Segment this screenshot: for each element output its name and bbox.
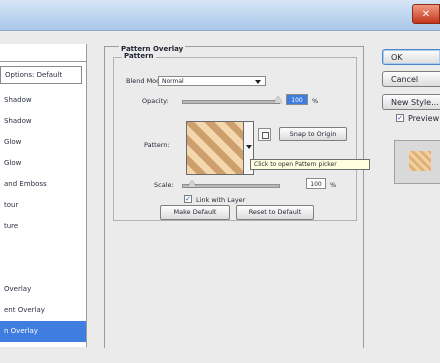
sidebar-item-label: Glow bbox=[4, 138, 22, 146]
sidebar-item-inner-glow[interactable]: Glow bbox=[0, 153, 86, 174]
blend-mode-select[interactable]: Normal bbox=[158, 76, 266, 86]
scale-slider[interactable] bbox=[182, 184, 280, 188]
sidebar-item-texture[interactable]: ture bbox=[0, 216, 86, 237]
sidebar-item-pattern-overlay[interactable]: n Overlay bbox=[0, 321, 86, 342]
style-preview bbox=[394, 140, 440, 184]
close-button[interactable]: ✕ bbox=[412, 4, 440, 24]
scale-label: Scale: bbox=[154, 181, 174, 189]
pattern-picker-tooltip: Click to open Pattern picker bbox=[250, 159, 370, 170]
scale-slider-thumb[interactable] bbox=[187, 180, 196, 187]
opacity-input[interactable]: 100 bbox=[286, 94, 308, 105]
sidebar-item-label: ent Overlay bbox=[4, 306, 45, 314]
link-with-layer-checkbox[interactable]: ✓ bbox=[184, 195, 192, 203]
opacity-label: Opacity: bbox=[142, 97, 169, 105]
sidebar-item-label: n Overlay bbox=[4, 327, 38, 335]
checkmark-icon: ✓ bbox=[185, 195, 191, 203]
sidebar-item-blank[interactable] bbox=[0, 258, 86, 279]
sidebar-item-label: Glow bbox=[4, 159, 22, 167]
blend-mode-value: Normal bbox=[162, 78, 184, 85]
pattern-label: Pattern: bbox=[144, 141, 170, 149]
new-style-button[interactable]: New Style... bbox=[382, 94, 440, 110]
preview-checkbox[interactable]: ✓ bbox=[396, 114, 404, 122]
subgroup-title: Pattern bbox=[122, 52, 156, 60]
sidebar-item-label: and Emboss bbox=[4, 180, 47, 188]
opacity-slider-thumb[interactable] bbox=[274, 96, 282, 103]
snap-to-origin-button[interactable]: Snap to Origin bbox=[279, 127, 347, 141]
link-with-layer-label: Link with Layer bbox=[196, 196, 246, 204]
sidebar-item-contour[interactable]: tour bbox=[0, 195, 86, 216]
scale-input[interactable]: 100 bbox=[306, 178, 326, 189]
new-pattern-icon[interactable] bbox=[258, 128, 271, 141]
reset-to-default-button[interactable]: Reset to Default bbox=[236, 205, 314, 220]
sidebar-item-inner-shadow[interactable]: Shadow bbox=[0, 111, 86, 132]
sidebar-item-outer-glow[interactable]: Glow bbox=[0, 132, 86, 153]
sidebar-item-stroke[interactable] bbox=[0, 342, 86, 363]
sidebar-item-gradient-overlay[interactable]: ent Overlay bbox=[0, 300, 86, 321]
sidebar-item-color-overlay[interactable]: Overlay bbox=[0, 279, 86, 300]
sidebar-item-satin[interactable] bbox=[0, 237, 86, 258]
sidebar-item-label: Shadow bbox=[4, 117, 32, 125]
sidebar-item-label: ture bbox=[4, 222, 19, 230]
cancel-button[interactable]: Cancel bbox=[382, 71, 440, 87]
sidebar-header bbox=[0, 44, 86, 62]
close-icon: ✕ bbox=[421, 8, 431, 20]
sidebar-item-blending-options[interactable]: Options: Default bbox=[0, 66, 82, 84]
opacity-slider[interactable] bbox=[182, 100, 280, 104]
pattern-swatch[interactable] bbox=[186, 121, 244, 175]
sidebar-item-label: Options: Default bbox=[5, 71, 63, 79]
dropdown-arrow-icon bbox=[255, 80, 261, 84]
sidebar-item-label: Overlay bbox=[4, 285, 32, 293]
scale-unit: % bbox=[330, 181, 337, 189]
opacity-unit: % bbox=[312, 97, 319, 105]
sidebar-item-bevel-emboss[interactable]: and Emboss bbox=[0, 174, 86, 195]
pattern-overlay-group: Pattern Overlay Pattern Blend Mode: Norm… bbox=[104, 45, 370, 348]
styles-sidebar: Options: Default Shadow Shadow Glow Glow… bbox=[0, 44, 87, 347]
dialog-titlebar: ✕ bbox=[0, 0, 440, 31]
preview-label: Preview bbox=[408, 114, 440, 123]
sidebar-item-label: tour bbox=[4, 201, 19, 209]
make-default-button[interactable]: Make Default bbox=[160, 205, 230, 220]
pattern-subgroup: Pattern Blend Mode: Normal Opacity: 100 … bbox=[113, 52, 370, 221]
ok-button[interactable]: OK bbox=[382, 49, 440, 65]
sidebar-item-drop-shadow[interactable]: Shadow bbox=[0, 90, 86, 111]
sidebar-item-label: Shadow bbox=[4, 96, 32, 104]
checkmark-icon: ✓ bbox=[397, 114, 403, 122]
